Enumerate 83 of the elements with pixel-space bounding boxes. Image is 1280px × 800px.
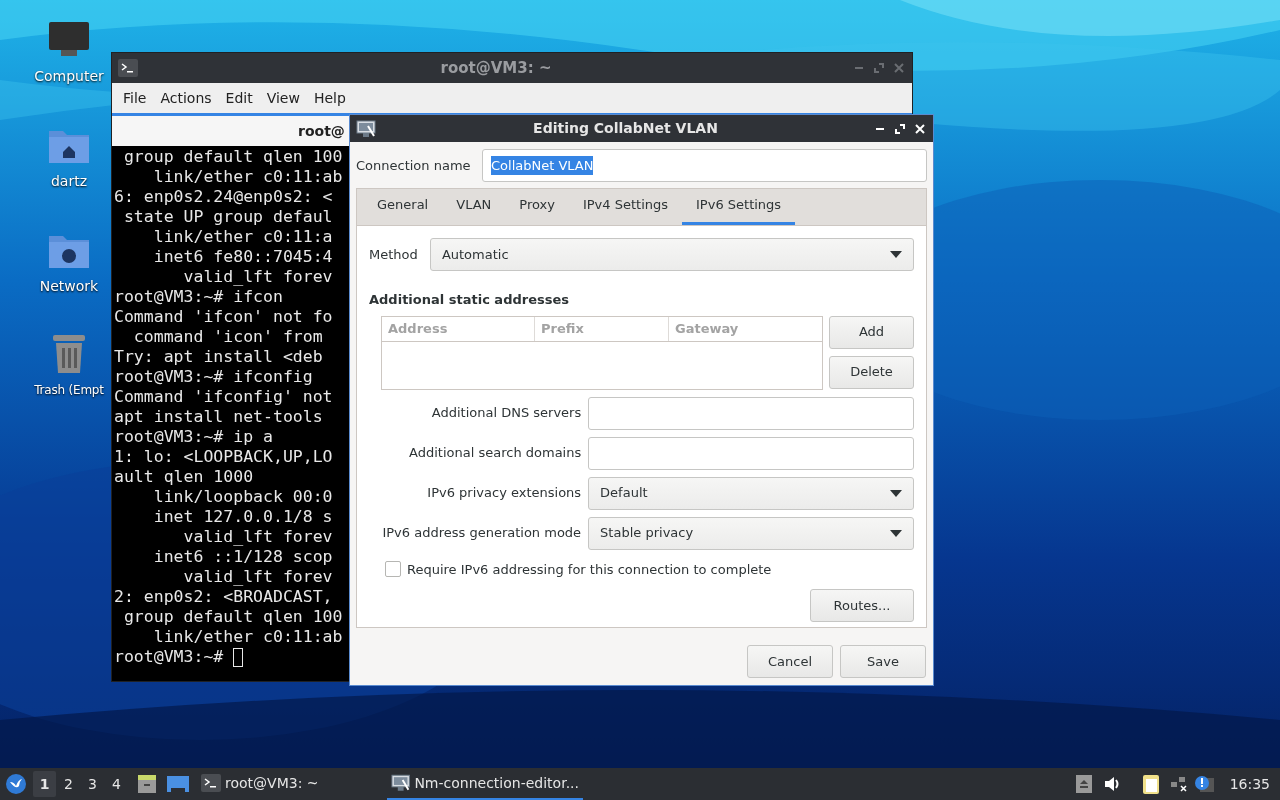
field-label: IPv6 address generation mode [382, 524, 582, 543]
menu-item[interactable]: Actions [153, 87, 219, 109]
workspace-button[interactable]: 3 [81, 771, 104, 797]
menu-item[interactable]: Edit [218, 87, 260, 109]
desktop-icon-label[interactable]: Trash (Empt [34, 381, 104, 399]
workspace-button[interactable]: 1 [33, 771, 56, 797]
menu-item[interactable]: Help [306, 87, 353, 109]
menu-item[interactable]: View [259, 87, 307, 109]
field-label: Method [369, 245, 419, 264]
terminal-line: valid_lft forev [182, 527, 333, 547]
window-title: Editing CollabNet VLAN [532, 119, 719, 138]
notification-icon[interactable] [1193, 775, 1214, 793]
tab[interactable]: VLAN [442, 188, 506, 225]
menu-item[interactable]: File [116, 87, 154, 109]
network-icon[interactable] [1169, 776, 1188, 792]
workspace-button[interactable]: 4 [105, 771, 128, 797]
terminal-line: root@VM3:~# ifconfig [114, 367, 313, 387]
terminal-line: inet6 fe80::7045:4 [152, 247, 333, 267]
terminal-line: root@VM3:~# ip a [114, 427, 273, 447]
terminal-line: inet6 ::1/128 scop [152, 547, 333, 567]
field-label: Connection name [356, 156, 472, 175]
clipboard-icon[interactable] [1141, 773, 1160, 795]
tab[interactable]: IPv4 Settings [568, 188, 682, 225]
terminal-line: valid_lft forev [182, 567, 333, 587]
tab[interactable]: Proxy [505, 188, 569, 225]
dropdown-arrow-icon [890, 529, 902, 537]
terminal-icon[interactable] [118, 59, 138, 77]
field-label: IPv6 privacy extensions [427, 484, 582, 503]
terminal-line: 1: lo: <LOOPBACK,UP,LO [114, 447, 333, 467]
button[interactable]: Save [840, 645, 926, 678]
terminal-line: inet 127.0.0.1/8 s [152, 507, 333, 527]
connection-name-field[interactable]: CollabNet VLAN [482, 149, 927, 182]
start-menu-icon[interactable] [5, 773, 27, 795]
terminal-line: link/ether c0:11:ab [152, 627, 343, 647]
dropdown[interactable]: Default [588, 476, 914, 510]
button[interactable]: Cancel [747, 645, 833, 678]
task-button[interactable]: Nm-connection-editor... [387, 768, 583, 800]
network-editor-icon[interactable] [391, 774, 411, 792]
text-field[interactable] [588, 396, 914, 430]
button[interactable]: Delete [829, 355, 914, 389]
terminal-line: link/ether c0:11:ab [152, 167, 343, 187]
terminal-line: 2: enp0s2: <BROADCAST, [114, 587, 333, 607]
terminal-line: Try: apt install <deb [114, 347, 323, 367]
tab[interactable]: General [363, 188, 443, 225]
terminal-line: ault qlen 1000 [114, 467, 254, 487]
window-title: root@VM3: ~ [439, 57, 553, 79]
terminal-icon[interactable] [201, 774, 221, 792]
button[interactable]: Routes... [810, 589, 914, 622]
eject-icon[interactable] [1075, 775, 1092, 793]
terminal-line: valid_lft forev [182, 267, 333, 287]
desktop-icon-label[interactable]: dartz [50, 171, 88, 192]
terminal-line: root@VM3:~# [114, 647, 225, 667]
terminal-line: group default qlen 100 [122, 147, 343, 167]
workspace-button[interactable]: 2 [57, 771, 80, 797]
desktop-icon[interactable] [167, 776, 189, 792]
clock[interactable]: 16:35 [1229, 773, 1270, 795]
terminal-line: Command 'ifcon' not fo [114, 307, 333, 327]
terminal-line: Command 'ifconfig' not [114, 387, 333, 407]
field-label: Additional DNS servers [431, 404, 582, 423]
dropdown-arrow-icon [890, 251, 902, 258]
terminal-line: apt install net-tools [114, 407, 323, 427]
tab[interactable]: IPv6 Settings [682, 188, 796, 225]
checkbox-label: Require IPv6 addressing for this connection to complete [407, 560, 772, 579]
dropdown[interactable]: Stable privacy [588, 516, 914, 550]
terminal-line: 6: enp0s2.24@enp0s2: < [114, 187, 333, 207]
cursor [233, 647, 244, 667]
desktop-icon-label[interactable]: Network [39, 276, 99, 297]
terminal-line: link/loopback 00:0 [152, 487, 333, 507]
dropdown-arrow-icon [890, 489, 902, 497]
network-editor-icon[interactable] [356, 119, 376, 138]
checkbox[interactable] [385, 561, 401, 578]
field-label: Additional search domains [409, 444, 582, 463]
file-cabinet-icon[interactable] [137, 774, 157, 794]
button[interactable]: Add [829, 315, 914, 349]
task-button[interactable]: root@VM3: ~ [197, 768, 387, 800]
terminal-line: link/ether c0:11:a [152, 227, 333, 247]
terminal-line: command 'icon' from [132, 327, 323, 347]
dropdown[interactable]: Automatic [429, 238, 914, 271]
text-field[interactable] [588, 436, 914, 470]
terminal-line: group default qlen 100 [122, 607, 343, 627]
section-heading: Additional static addresses [369, 291, 570, 309]
terminal-line: root@VM3:~# ifcon [114, 287, 283, 307]
terminal-line: state UP group defaul [122, 207, 333, 227]
